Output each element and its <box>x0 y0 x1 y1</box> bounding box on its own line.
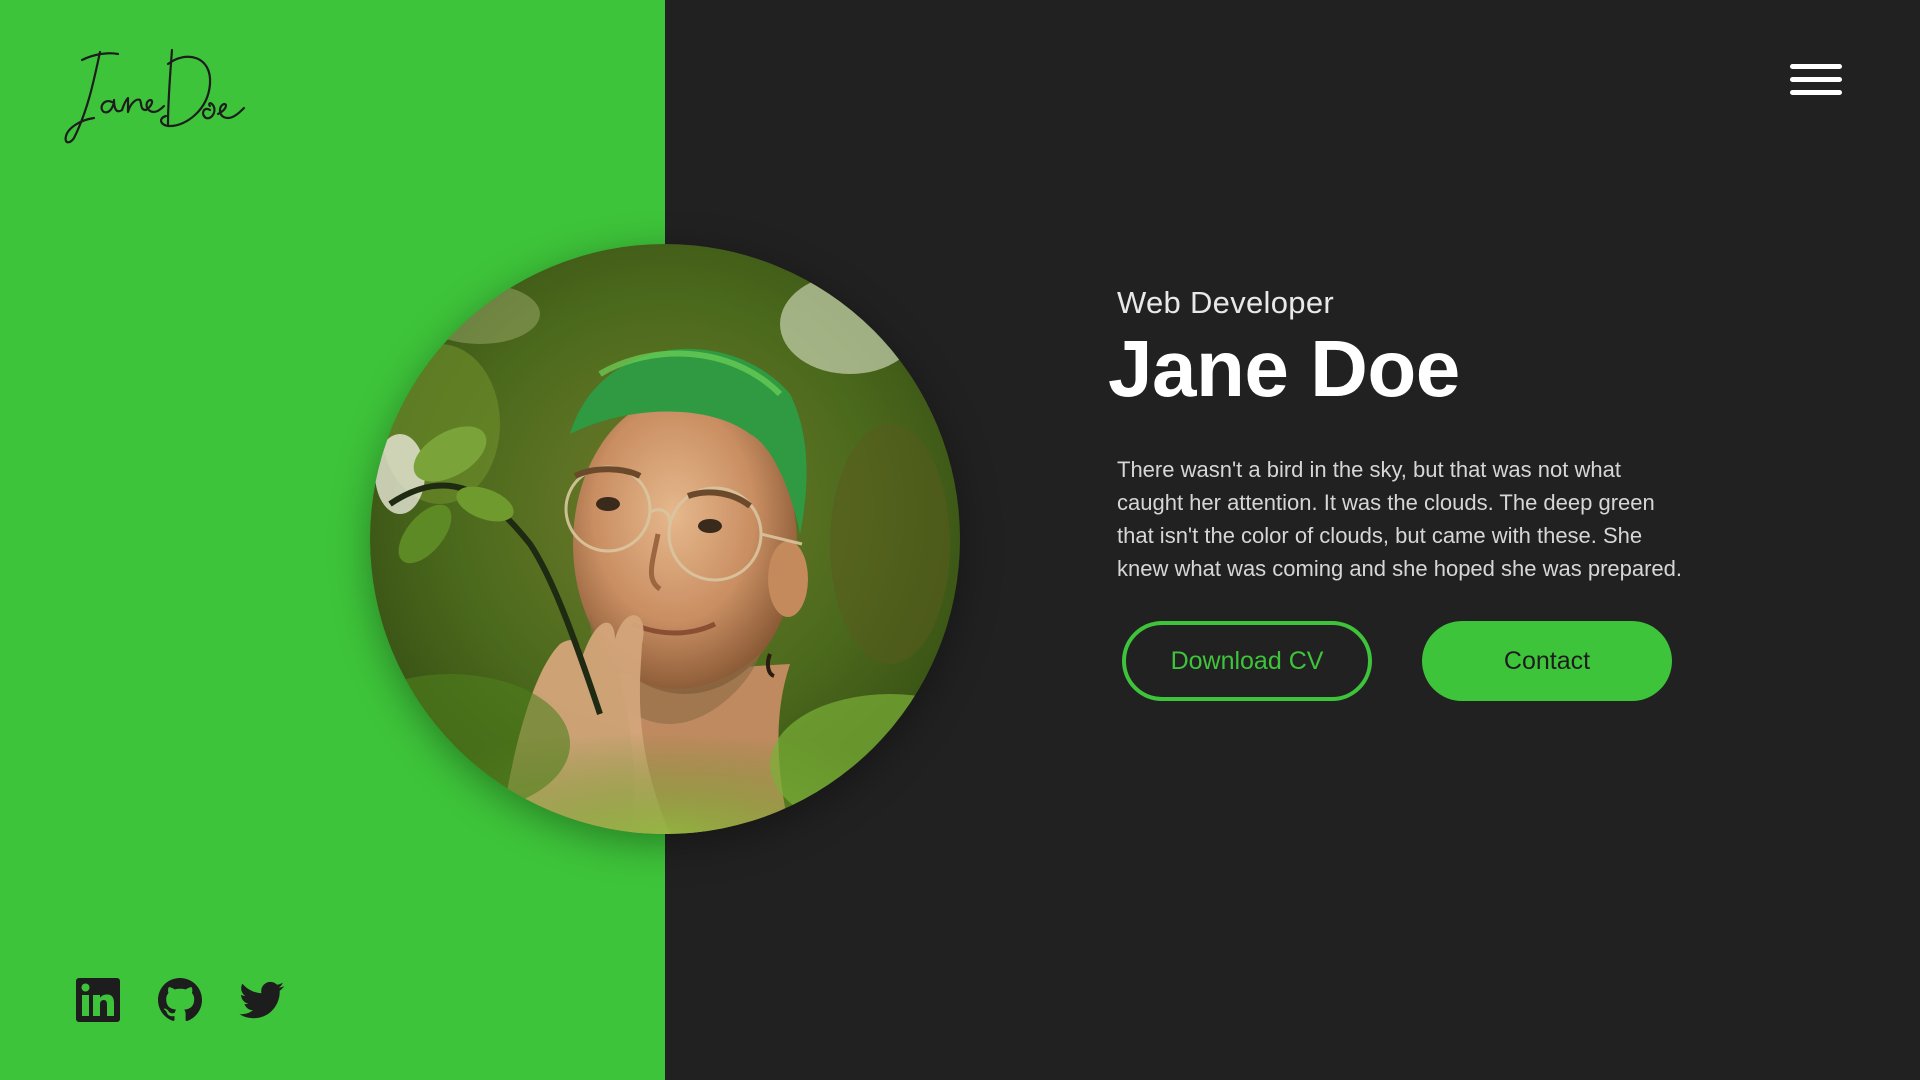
twitter-icon[interactable] <box>238 976 286 1024</box>
menu-bar-top <box>1790 64 1842 69</box>
hero-buttons: Download CV Contact <box>1122 621 1688 701</box>
menu-bar-bottom <box>1790 90 1842 95</box>
profile-photo <box>370 244 960 834</box>
role-subtitle: Web Developer <box>1117 285 1334 320</box>
menu-bar-middle <box>1790 77 1842 82</box>
signature-logo-graphic <box>64 48 246 144</box>
linkedin-icon[interactable] <box>74 976 122 1024</box>
hero-section: Web Developer Jane Doe There wasn't a bi… <box>1108 285 1688 701</box>
download-cv-button[interactable]: Download CV <box>1122 621 1372 701</box>
hero-name-heading: Jane Doe <box>1108 324 1460 413</box>
github-icon[interactable] <box>156 976 204 1024</box>
portfolio-page: Web Developer Jane Doe There wasn't a bi… <box>0 0 1920 1080</box>
social-links <box>74 976 286 1024</box>
signature-logo[interactable] <box>60 40 260 150</box>
contact-button[interactable]: Contact <box>1422 621 1672 701</box>
bio-paragraph: There wasn't a bird in the sky, but that… <box>1117 457 1683 581</box>
hamburger-menu-icon[interactable] <box>1788 58 1844 106</box>
